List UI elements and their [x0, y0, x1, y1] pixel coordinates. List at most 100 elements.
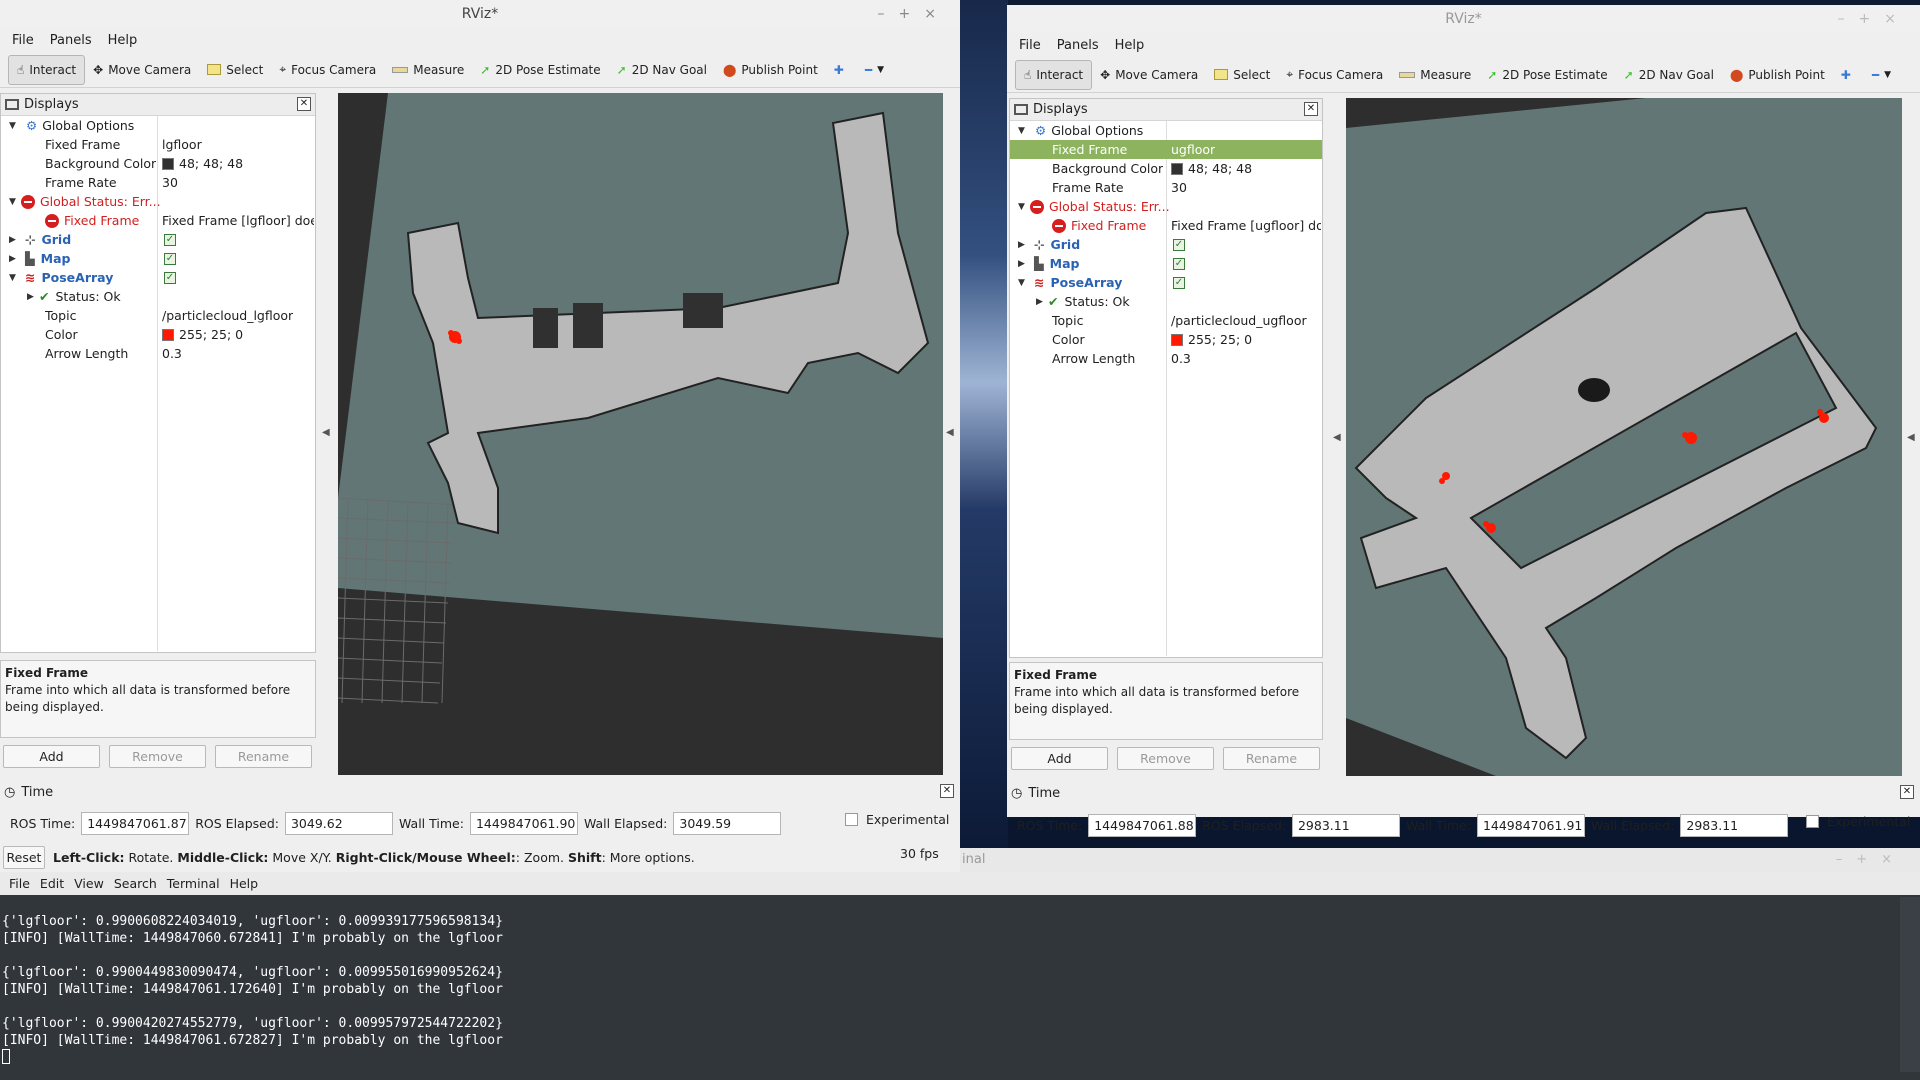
render-view-right[interactable]: [1346, 98, 1902, 776]
checkbox-enabled[interactable]: ✓: [1173, 238, 1185, 251]
close-icon[interactable]: ✕: [297, 97, 311, 111]
tool-publish-point[interactable]: ⬤ Publish Point: [715, 55, 826, 85]
title-bar[interactable]: RViz* –+×: [1007, 5, 1920, 33]
chevron-down-icon[interactable]: ▼: [9, 197, 21, 207]
checkbox-enabled[interactable]: ✓: [164, 271, 176, 284]
tree-row-status-ok[interactable]: ▶ ✔ Status: Ok: [1, 287, 315, 306]
menu-file[interactable]: File: [4, 33, 42, 48]
chevron-down-icon[interactable]: ▼: [1018, 278, 1030, 288]
tree-row-global-status[interactable]: ▼ Global Status: Err...: [1, 192, 315, 211]
tool-measure[interactable]: Measure: [384, 55, 472, 85]
terminal-output[interactable]: {'lgfloor': 0.9900608224034019, 'ugfloor…: [0, 897, 1900, 1072]
checkbox-enabled[interactable]: ✓: [164, 252, 176, 265]
render-view-left[interactable]: [338, 93, 943, 775]
map-visualization[interactable]: [1346, 98, 1902, 776]
tree-row-global-options[interactable]: ▼ ⚙ Global Options: [1, 116, 315, 135]
experimental-checkbox[interactable]: [845, 813, 858, 826]
tree-row-topic[interactable]: Topic/particlecloud_ugfloor: [1010, 311, 1322, 330]
tool-measure[interactable]: Measure: [1391, 60, 1479, 90]
add-button[interactable]: Add: [1011, 747, 1108, 770]
tool-select[interactable]: Select: [1206, 60, 1278, 90]
tree-row-color[interactable]: Color 255; 25; 0: [1010, 330, 1322, 349]
chevron-right-icon[interactable]: ▶: [1036, 297, 1048, 307]
wall-elapsed-field[interactable]: 3049.59: [673, 812, 782, 835]
close-icon[interactable]: ✕: [940, 784, 954, 798]
collapse-left-handle[interactable]: ◀: [1333, 432, 1341, 443]
close-icon[interactable]: ✕: [1900, 785, 1914, 799]
collapse-left-handle[interactable]: ◀: [322, 427, 330, 438]
ros-time-field[interactable]: 1449847061.88: [1088, 814, 1197, 837]
menu-terminal[interactable]: Terminal: [162, 876, 225, 891]
tool-interact[interactable]: ☝ Interact: [8, 54, 86, 85]
tool-publish-point[interactable]: ⬤ Publish Point: [1722, 60, 1833, 90]
tree-row-map[interactable]: ▶ ▙ Map ✓: [1010, 254, 1322, 273]
window-controls[interactable]: –+×: [1836, 848, 1906, 872]
tree-row-topic[interactable]: Topic/particlecloud_lgfloor: [1, 306, 315, 325]
menu-panels[interactable]: Panels: [42, 33, 100, 48]
tree-row-status-fixed-frame[interactable]: Fixed Frame Fixed Frame [ugfloor] do...: [1010, 216, 1322, 235]
tree-row-color[interactable]: Color 255; 25; 0: [1, 325, 315, 344]
chevron-right-icon[interactable]: ▶: [27, 292, 39, 302]
ros-elapsed-field[interactable]: 3049.62: [284, 812, 393, 835]
experimental-checkbox[interactable]: [1806, 815, 1819, 828]
tree-row-grid[interactable]: ▶ ⊹ Grid ✓: [1010, 235, 1322, 254]
chevron-right-icon[interactable]: ▶: [1018, 259, 1030, 269]
add-tool-button[interactable]: ✚: [826, 55, 857, 85]
terminal-scrollbar[interactable]: [1900, 897, 1920, 1072]
chevron-right-icon[interactable]: ▶: [9, 235, 21, 245]
checkbox-enabled[interactable]: ✓: [1173, 257, 1185, 270]
tree-row-background-color[interactable]: Background Color 48; 48; 48: [1010, 159, 1322, 178]
close-icon[interactable]: ✕: [1304, 102, 1318, 116]
checkbox-enabled[interactable]: ✓: [1173, 276, 1185, 289]
tool-2d-nav-goal[interactable]: ➚ 2D Nav Goal: [1616, 60, 1722, 90]
menu-panels[interactable]: Panels: [1049, 38, 1107, 53]
tool-2d-pose-estimate[interactable]: ➚ 2D Pose Estimate: [472, 55, 608, 85]
tool-2d-nav-goal[interactable]: ➚ 2D Nav Goal: [609, 55, 715, 85]
tree-row-status-fixed-frame[interactable]: Fixed Frame Fixed Frame [lgfloor] doe...: [1, 211, 315, 230]
collapse-right-handle[interactable]: ◀: [946, 427, 954, 438]
terminal-title-bar[interactable]: inal –+×: [960, 848, 1920, 872]
map-visualization[interactable]: [338, 93, 943, 775]
tree-row-frame-rate[interactable]: Frame Rate 30: [1, 173, 315, 192]
wall-elapsed-field[interactable]: 2983.11: [1680, 814, 1789, 837]
tree-row-posearray[interactable]: ▼ ≋ PoseArray ✓: [1, 268, 315, 287]
menu-file[interactable]: File: [4, 876, 35, 891]
tree-row-status-ok[interactable]: ▶ ✔ Status: Ok: [1010, 292, 1322, 311]
experimental-option[interactable]: Experimental: [845, 812, 949, 827]
tree-row-arrow-length[interactable]: Arrow Length 0.3: [1010, 349, 1322, 368]
tool-focus-camera[interactable]: ⌖ Focus Camera: [271, 55, 384, 85]
tree-row-map[interactable]: ▶ ▙ Map ✓: [1, 249, 315, 268]
chevron-down-icon[interactable]: ▼: [1018, 126, 1030, 136]
chevron-right-icon[interactable]: ▶: [9, 254, 21, 264]
tree-row-fixed-frame[interactable]: Fixed Frame lgfloor: [1, 135, 315, 154]
tool-focus-camera[interactable]: ⌖ Focus Camera: [1278, 60, 1391, 90]
remove-tool-button[interactable]: ━ ▼: [1864, 60, 1899, 90]
tool-move-camera[interactable]: ✥ Move Camera: [1092, 60, 1206, 90]
checkbox-enabled[interactable]: ✓: [164, 233, 176, 246]
window-controls[interactable]: –+×: [878, 0, 950, 28]
menu-view[interactable]: View: [69, 876, 109, 891]
menu-file[interactable]: File: [1011, 38, 1049, 53]
tool-2d-pose-estimate[interactable]: ➚ 2D Pose Estimate: [1479, 60, 1615, 90]
rename-button[interactable]: Rename: [1223, 747, 1320, 770]
menu-search[interactable]: Search: [109, 876, 162, 891]
menu-help[interactable]: Help: [225, 876, 264, 891]
tool-interact[interactable]: ☝ Interact: [1015, 59, 1093, 90]
rename-button[interactable]: Rename: [215, 745, 312, 768]
add-tool-button[interactable]: ✚: [1833, 60, 1864, 90]
remove-tool-button[interactable]: ━ ▼: [857, 55, 892, 85]
menu-edit[interactable]: Edit: [35, 876, 69, 891]
tool-select[interactable]: Select: [199, 55, 271, 85]
tree-row-global-options[interactable]: ▼ ⚙ Global Options: [1010, 121, 1322, 140]
tree-row-frame-rate[interactable]: Frame Rate 30: [1010, 178, 1322, 197]
collapse-right-handle[interactable]: ◀: [1907, 432, 1915, 443]
reset-button[interactable]: Reset: [3, 846, 45, 869]
tree-row-posearray[interactable]: ▼ ≋ PoseArray ✓: [1010, 273, 1322, 292]
chevron-down-icon[interactable]: ▼: [1018, 202, 1030, 212]
wall-time-field[interactable]: 1449847061.91: [1476, 814, 1585, 837]
chevron-down-icon[interactable]: ▼: [9, 273, 21, 283]
experimental-option-right[interactable]: Experimental: [1806, 814, 1910, 829]
tree-row-grid[interactable]: ▶ ⊹ Grid ✓: [1, 230, 315, 249]
tree-row-fixed-frame[interactable]: Fixed Frame ugfloor: [1010, 140, 1322, 159]
menu-help[interactable]: Help: [1107, 38, 1153, 53]
